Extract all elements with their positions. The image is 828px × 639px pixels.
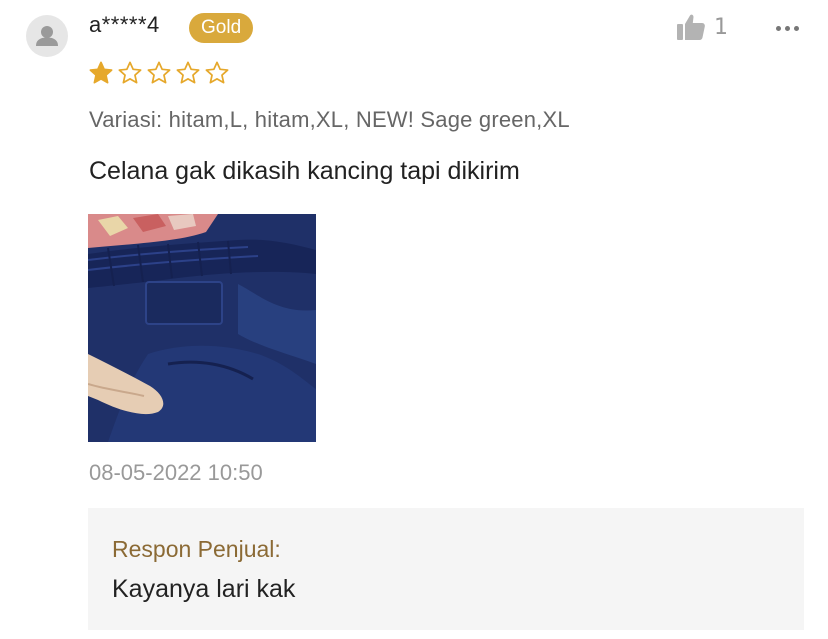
membership-badge: Gold (189, 13, 254, 43)
thumbs-up-icon (677, 14, 705, 40)
like-count: 1 (714, 14, 728, 40)
reviewer-username: a*****4 (89, 12, 160, 37)
star-icon (118, 61, 142, 84)
rating-stars (88, 60, 230, 86)
like-button[interactable]: 1 (676, 13, 728, 41)
review-photo-image (88, 214, 316, 442)
review-timestamp: 08-05-2022 10:50 (89, 460, 263, 485)
seller-response-label: Respon Penjual: (112, 536, 281, 562)
star-icon (176, 61, 200, 84)
product-variation: Variasi: hitam,L, hitam,XL, NEW! Sage gr… (89, 107, 570, 132)
user-avatar-icon (36, 26, 58, 46)
star-icon (147, 61, 171, 84)
review-photo[interactable] (88, 214, 316, 442)
more-dot (794, 26, 799, 31)
user-avatar[interactable] (26, 15, 68, 57)
seller-response-box: Respon Penjual: Kayanya lari kak (88, 508, 804, 630)
more-options-icon[interactable] (776, 26, 799, 31)
more-dot (776, 26, 781, 31)
star-icon (89, 61, 113, 84)
review-text: Celana gak dikasih kancing tapi dikirim (89, 157, 520, 185)
star-icon (205, 61, 229, 84)
more-dot (785, 26, 790, 31)
seller-response-text: Kayanya lari kak (112, 575, 296, 603)
